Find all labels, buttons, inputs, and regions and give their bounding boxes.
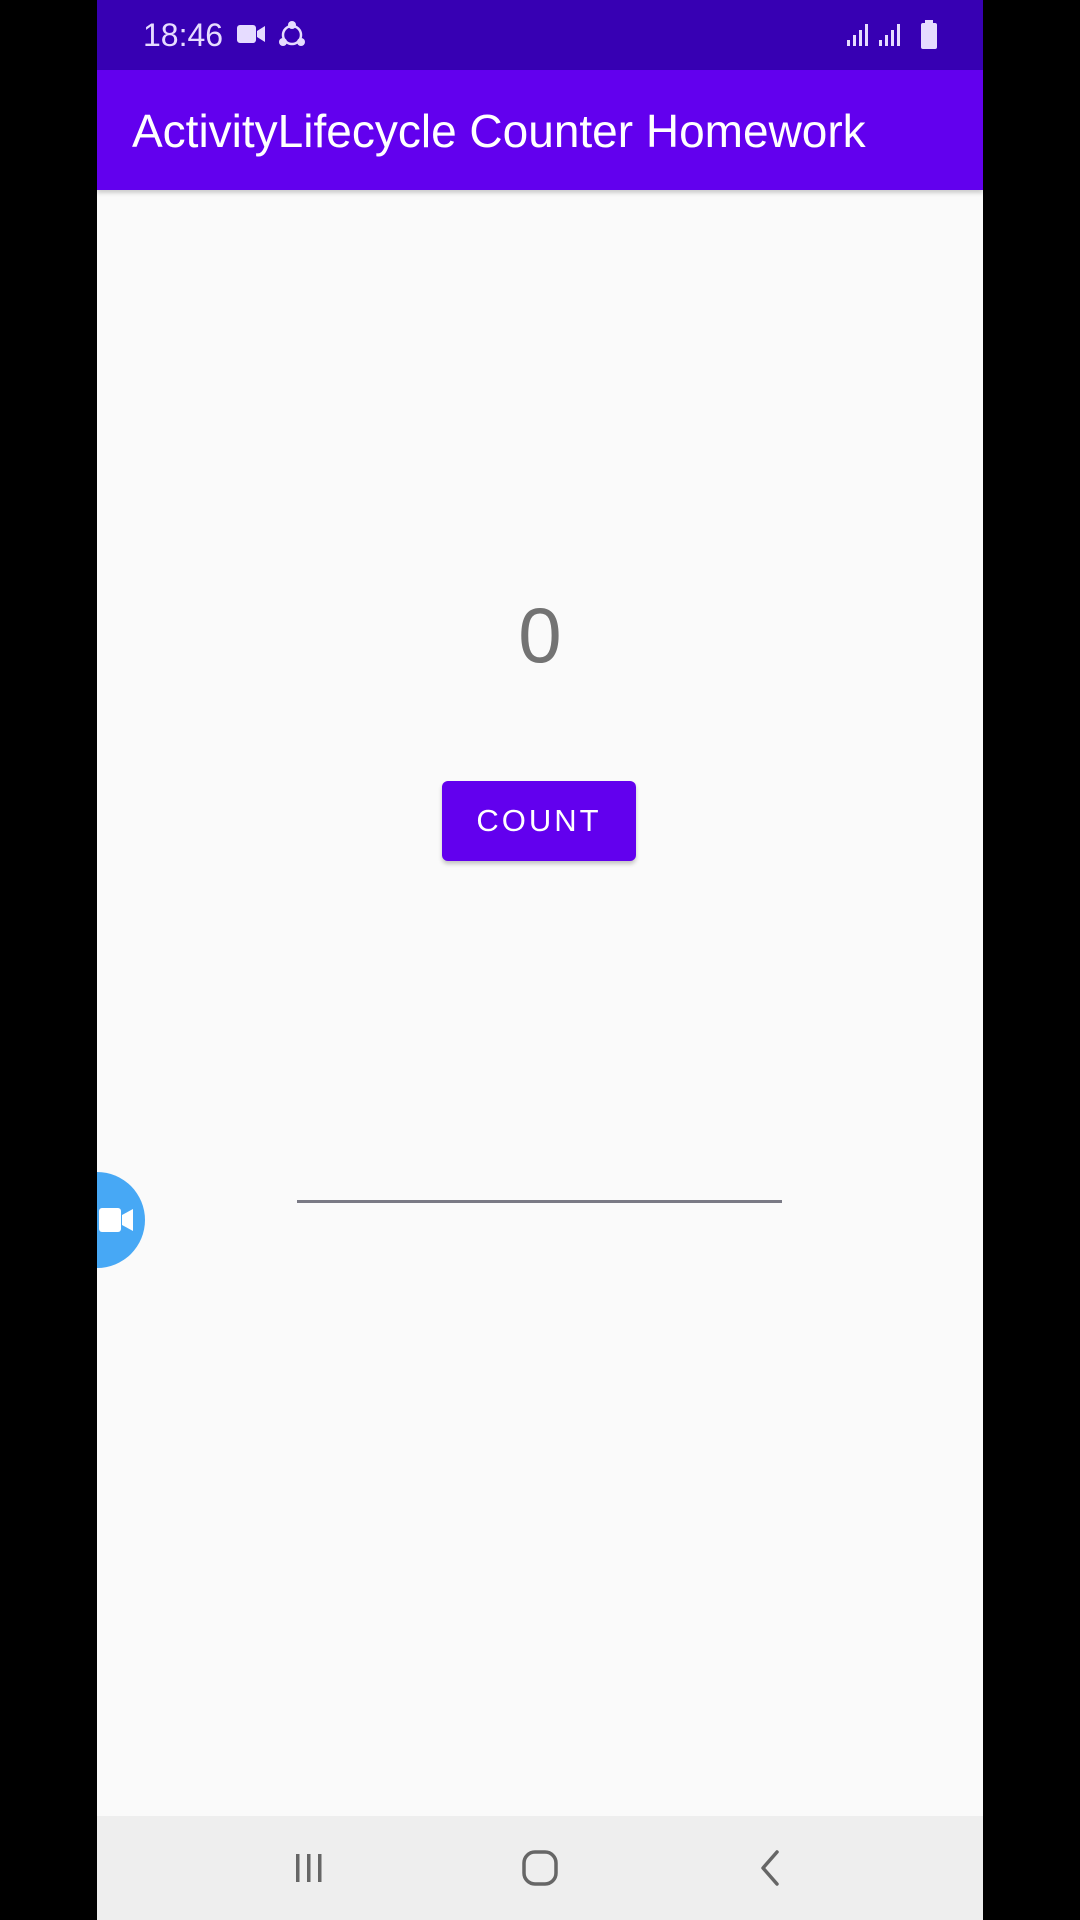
video-camera-icon (99, 1204, 135, 1241)
count-button[interactable]: COUNT (442, 781, 636, 861)
main-content: 0 COUNT (97, 190, 983, 1816)
floating-record-button[interactable] (97, 1172, 145, 1268)
battery-icon (920, 20, 938, 55)
back-icon[interactable] (741, 1838, 801, 1898)
share-icon (277, 20, 307, 55)
phone-screen: 18:46 ActivityLifecycle Counter Homework… (97, 0, 983, 1920)
app-bar: ActivityLifecycle Counter Homework (97, 70, 983, 190)
status-time: 18:46 (143, 17, 224, 53)
video-camera-icon (237, 22, 267, 51)
signal-icon (879, 22, 905, 53)
recent-apps-icon[interactable] (279, 1838, 339, 1898)
count-display: 0 (518, 591, 562, 679)
home-icon[interactable] (510, 1838, 570, 1898)
app-title: ActivityLifecycle Counter Homework (132, 105, 866, 157)
text-input[interactable] (297, 1130, 782, 1203)
signal-icon (847, 22, 873, 53)
status-bar: 18:46 (97, 0, 983, 70)
navigation-bar (97, 1816, 983, 1920)
